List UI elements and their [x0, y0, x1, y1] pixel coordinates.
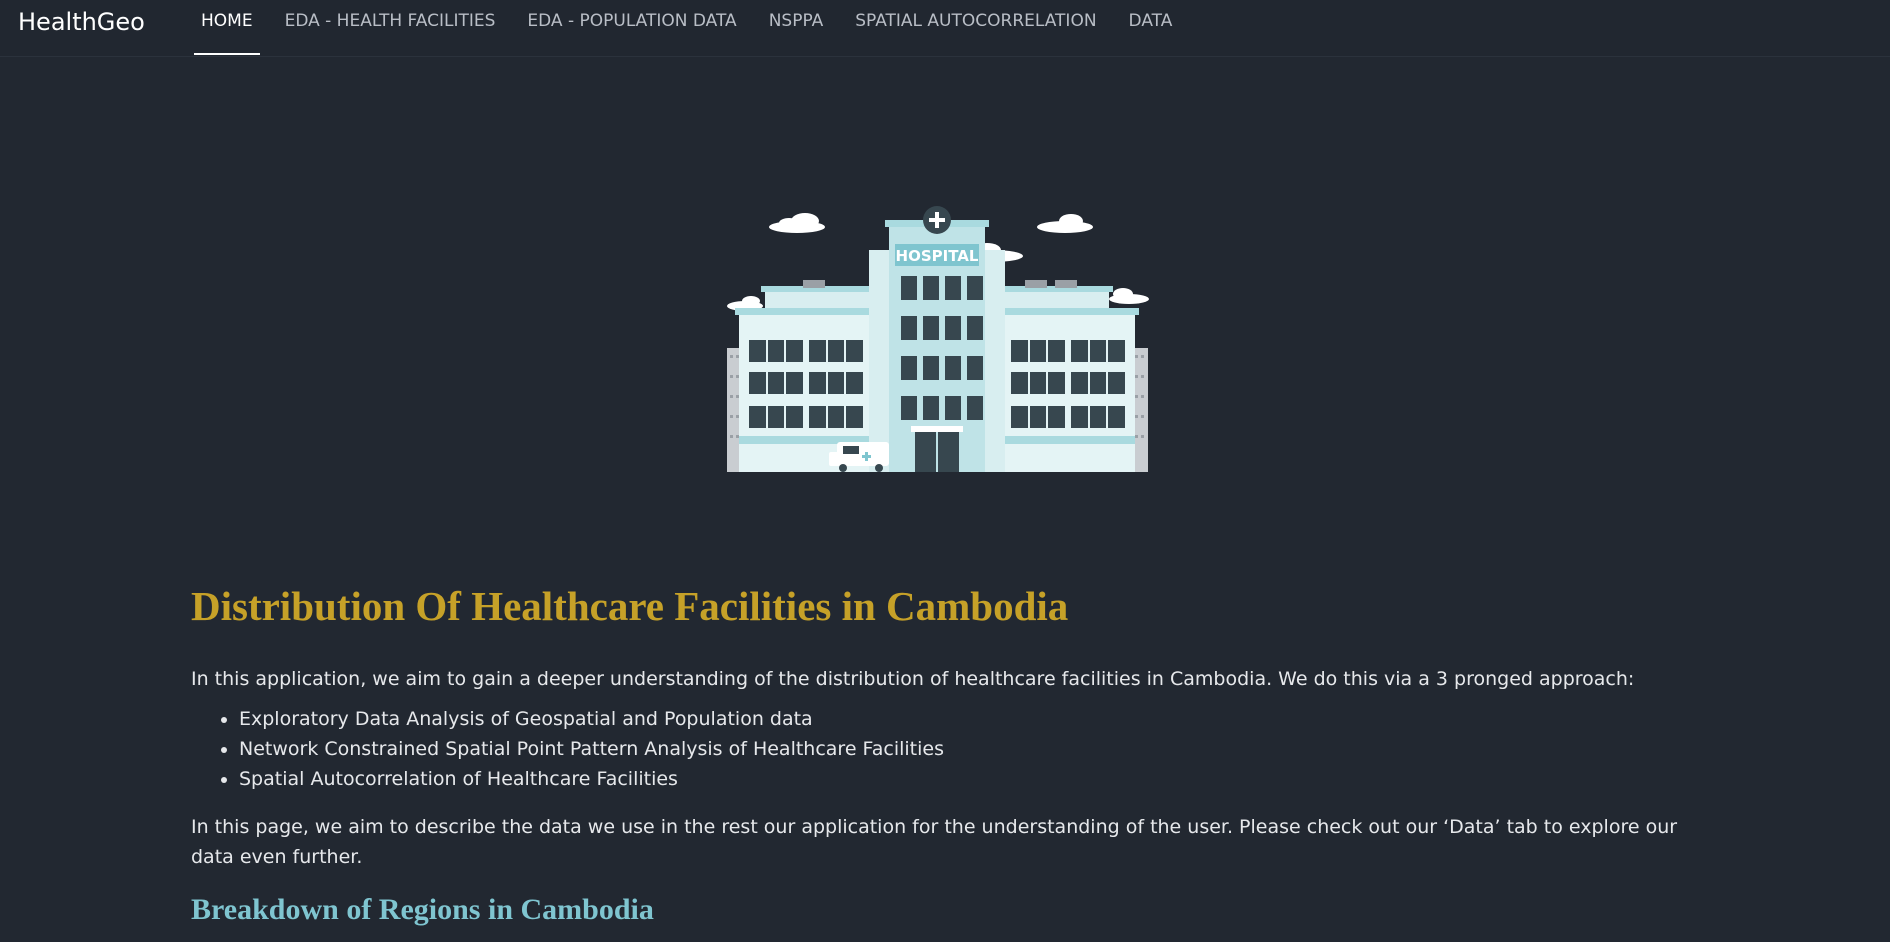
nav-item-spatial-autocorrelation[interactable]: SPATIAL AUTOCORRELATION: [848, 0, 1103, 56]
nav-item-eda-health-facilities[interactable]: EDA - HEALTH FACILITIES: [278, 0, 503, 56]
nav-menu: HOME EDA - HEALTH FACILITIES EDA - POPUL…: [194, 0, 1197, 56]
list-item: Network Constrained Spatial Point Patter…: [239, 734, 1711, 764]
section-heading: Breakdown of Regions in Cambodia: [191, 893, 654, 926]
nav-item-home[interactable]: HOME: [194, 0, 260, 56]
main-content: Distribution Of Healthcare Facilities in…: [191, 578, 1711, 930]
intro-paragraph: In this application, we aim to gain a de…: [191, 668, 1635, 690]
hospital-sign: HOSPITAL: [896, 247, 979, 265]
hospital-illustration: HOSPITAL: [727, 206, 1149, 472]
nav-item-data[interactable]: DATA: [1122, 0, 1180, 56]
approach-list: Exploratory Data Analysis of Geospatial …: [191, 704, 1711, 794]
description-paragraph: In this page, we aim to describe the dat…: [191, 816, 1678, 868]
list-item: Spatial Autocorrelation of Healthcare Fa…: [239, 764, 1711, 794]
list-item: Exploratory Data Analysis of Geospatial …: [239, 704, 1711, 734]
brand-logo-text[interactable]: HealthGeo: [18, 6, 145, 38]
page-title: Distribution Of Healthcare Facilities in…: [191, 583, 1069, 629]
nav-item-eda-population-data[interactable]: EDA - POPULATION DATA: [520, 0, 743, 56]
top-navbar: HealthGeo HOME EDA - HEALTH FACILITIES E…: [0, 0, 1890, 57]
nav-item-nsppa[interactable]: NSPPA: [762, 0, 831, 56]
